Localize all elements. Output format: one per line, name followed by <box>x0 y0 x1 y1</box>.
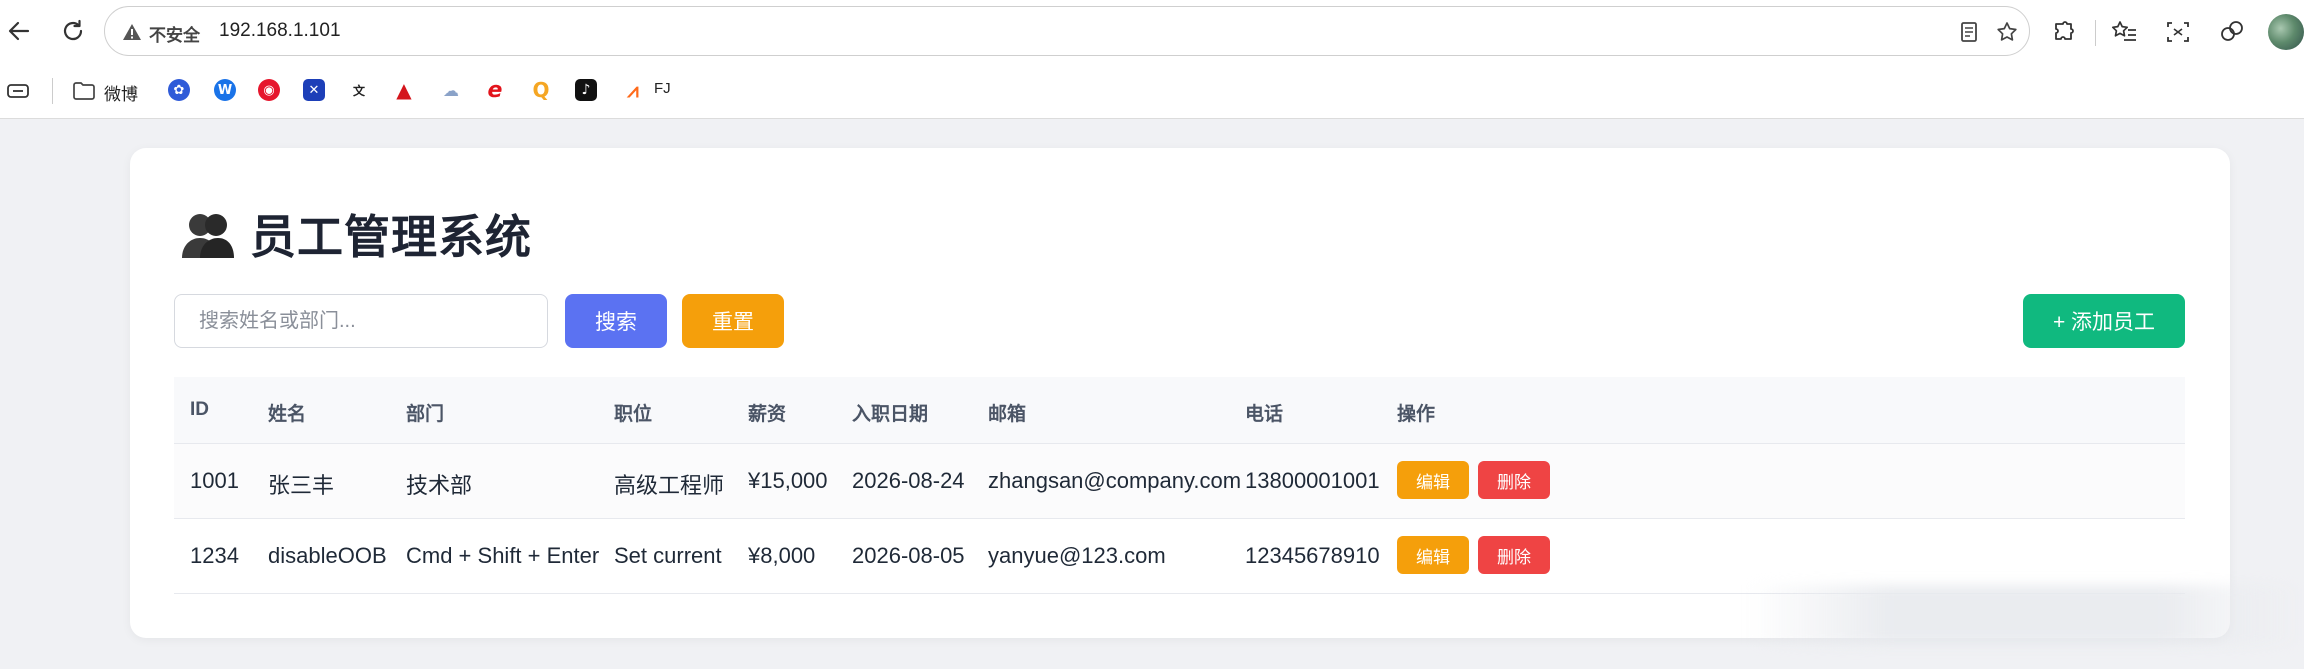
column-header: 邮箱 <box>988 404 1027 425</box>
back-button[interactable] <box>2 14 36 48</box>
page-title: 员工管理系统 <box>250 211 532 263</box>
cell-phone: 13800001001 <box>1245 468 1380 493</box>
cell-hire-date: 2026-08-24 <box>852 468 965 493</box>
cell-name: disableOOB <box>268 543 387 568</box>
title-row: 员工管理系统 <box>178 206 532 263</box>
cell-position: Set current <box>614 543 722 568</box>
translate-icon[interactable]: 文 <box>348 79 370 101</box>
browser-toolbar: 不安全 192.168.1.101 <box>0 0 2304 65</box>
reader-mode-icon[interactable] <box>1957 20 1981 44</box>
wordpress-icon[interactable]: W <box>214 79 236 101</box>
column-header: 部门 <box>406 404 445 425</box>
search-button[interactable]: 搜索 <box>565 294 667 348</box>
tiktok-icon[interactable]: ♪ <box>575 79 597 101</box>
app-icon[interactable]: ✕ <box>303 79 325 101</box>
column-header: 职位 <box>614 404 653 425</box>
bookmark-weibo-folder-label[interactable]: 微博 <box>104 80 138 105</box>
cell-id: 1234 <box>190 543 239 568</box>
column-header: ID <box>190 399 209 420</box>
bookmark-fj-label[interactable]: FJ <box>654 80 671 97</box>
favorites-icon[interactable] <box>2110 18 2138 46</box>
column-header: 入职日期 <box>852 404 929 425</box>
search-input[interactable] <box>174 294 548 348</box>
table-row: 1001 张三丰 技术部 高级工程师 ¥15,000 2026-08-24 zh… <box>174 444 2185 519</box>
edit-button[interactable]: 编辑 <box>1397 536 1469 574</box>
bookmarks-divider <box>52 78 53 104</box>
fj-icon[interactable]: ⩘ <box>622 78 644 102</box>
reset-button[interactable]: 重置 <box>682 294 784 348</box>
column-header: 电话 <box>1245 404 1284 425</box>
screenshot-icon[interactable] <box>2164 18 2192 46</box>
cell-id: 1001 <box>190 468 239 493</box>
cell-salary: ¥15,000 <box>748 468 828 493</box>
cell-email: zhangsan@company.com <box>988 468 1242 493</box>
cell-department: 技术部 <box>406 473 473 498</box>
adobe-icon[interactable]: ▲ <box>393 78 415 102</box>
weibo-icon[interactable]: ◉ <box>258 79 280 101</box>
extensions-icon[interactable] <box>2050 18 2078 46</box>
delete-button[interactable]: 删除 <box>1478 536 1550 574</box>
cell-department: Cmd + Shift + Enter <box>406 543 600 568</box>
qq-icon[interactable]: Q <box>530 78 552 102</box>
cell-phone: 12345678910 <box>1245 543 1380 568</box>
ie-icon[interactable]: e <box>484 78 506 103</box>
employee-card: 员工管理系统 搜索 重置 + 添加员工 ID 姓名 部门 职位 薪资 入职日期 … <box>130 148 2230 638</box>
users-icon <box>182 214 234 258</box>
cell-name: 张三丰 <box>268 473 335 498</box>
reload-icon <box>63 19 83 41</box>
bookmarks-bar: 微博 ✿ W ◉ ✕ 文 ▲ ☁ e Q ♪ ⩘ FJ <box>0 64 2304 119</box>
table-row: 1234 disableOOB Cmd + Shift + Enter Set … <box>174 519 2185 594</box>
column-header: 操作 <box>1397 404 1436 425</box>
cell-salary: ¥8,000 <box>748 543 816 568</box>
star-icon[interactable] <box>1995 20 2019 44</box>
add-employee-button[interactable]: + 添加员工 <box>2023 294 2185 348</box>
baidu-icon[interactable]: ✿ <box>168 79 190 101</box>
folder-icon[interactable] <box>72 80 96 102</box>
toolbar-divider <box>2095 20 2096 46</box>
cell-position: 高级工程师 <box>614 473 725 498</box>
table-header: ID 姓名 部门 职位 薪资 入职日期 邮箱 电话 操作 <box>174 377 2185 444</box>
reload-button[interactable] <box>56 14 90 48</box>
edit-button[interactable]: 编辑 <box>1397 461 1469 499</box>
arrow-left-icon <box>8 21 30 41</box>
address-bar[interactable]: 不安全 192.168.1.101 <box>104 6 2030 56</box>
cell-email: yanyue@123.com <box>988 543 1166 568</box>
url-text[interactable]: 192.168.1.101 <box>219 20 341 42</box>
blurred-overlay <box>1748 585 2304 645</box>
copilot-icon[interactable] <box>2218 18 2246 46</box>
security-label[interactable]: 不安全 <box>149 21 200 46</box>
profile-avatar[interactable] <box>2268 14 2304 50</box>
column-header: 姓名 <box>268 404 307 425</box>
delete-button[interactable]: 删除 <box>1478 461 1550 499</box>
cloud-icon[interactable]: ☁ <box>440 79 462 101</box>
cell-hire-date: 2026-08-05 <box>852 543 965 568</box>
warning-icon <box>123 24 141 40</box>
column-header: 薪资 <box>748 404 787 425</box>
tab-actions-icon[interactable] <box>6 82 30 100</box>
